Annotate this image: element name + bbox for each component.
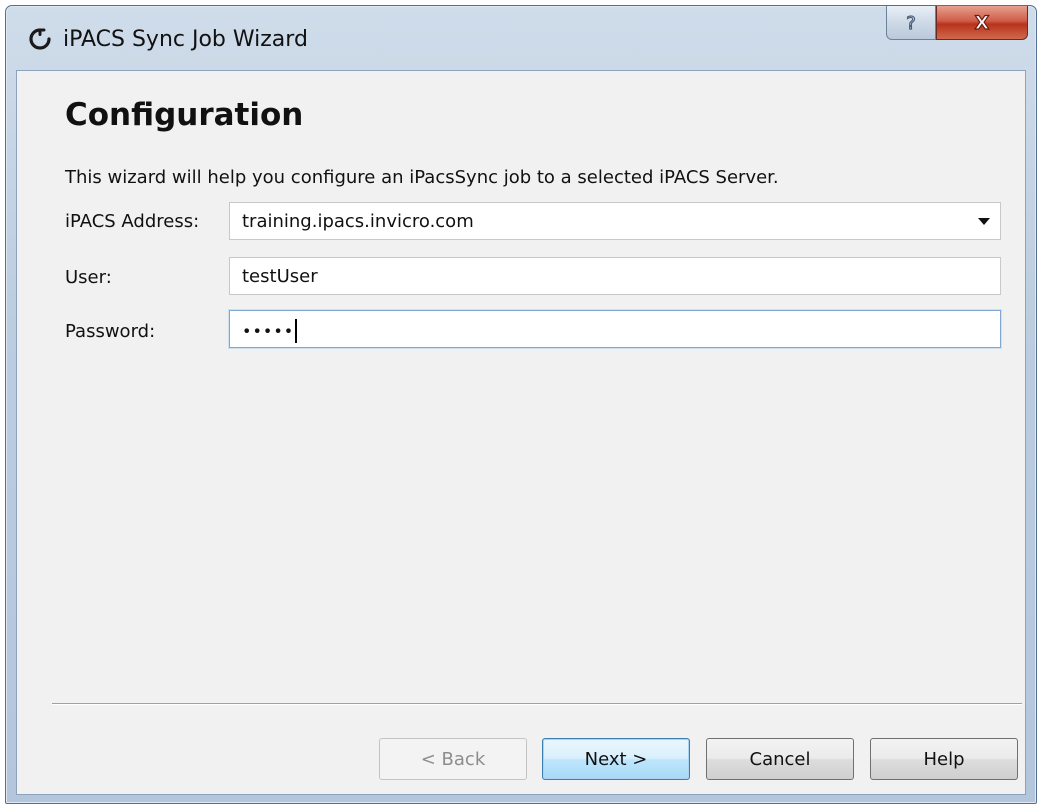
svg-text:?: ? (906, 13, 916, 34)
address-value: training.ipacs.invicro.com (242, 211, 474, 232)
text-caret (295, 319, 298, 343)
help-button[interactable]: Help (870, 738, 1018, 780)
user-value: testUser (242, 266, 318, 287)
page-title: Configuration (65, 97, 304, 133)
user-label: User: (65, 267, 112, 288)
password-input[interactable]: ••••• (229, 310, 1001, 348)
close-icon: X (974, 12, 990, 34)
address-combobox[interactable]: training.ipacs.invicro.com (229, 202, 1001, 240)
close-button[interactable]: X (936, 6, 1028, 40)
footer-divider (52, 703, 1022, 705)
wizard-description: This wizard will help you configure an i… (65, 167, 779, 188)
user-input[interactable]: testUser (229, 257, 1001, 295)
title-bar: iPACS Sync Job Wizard ? X (6, 6, 1036, 70)
wizard-content: Configuration This wizard will help you … (16, 70, 1026, 795)
wizard-window: iPACS Sync Job Wizard ? X Configuration … (5, 5, 1037, 804)
chevron-down-icon[interactable] (978, 218, 990, 225)
address-label: iPACS Address: (65, 211, 200, 232)
help-title-button[interactable]: ? (886, 6, 936, 40)
cancel-button[interactable]: Cancel (706, 738, 854, 780)
password-value: ••••• (242, 321, 295, 341)
back-button[interactable]: < Back (379, 738, 527, 780)
window-title: iPACS Sync Job Wizard (63, 27, 308, 52)
next-button[interactable]: Next > (542, 738, 690, 780)
question-icon: ? (906, 12, 917, 34)
password-label: Password: (65, 321, 156, 342)
refresh-icon (29, 28, 51, 50)
svg-text:X: X (975, 12, 990, 34)
